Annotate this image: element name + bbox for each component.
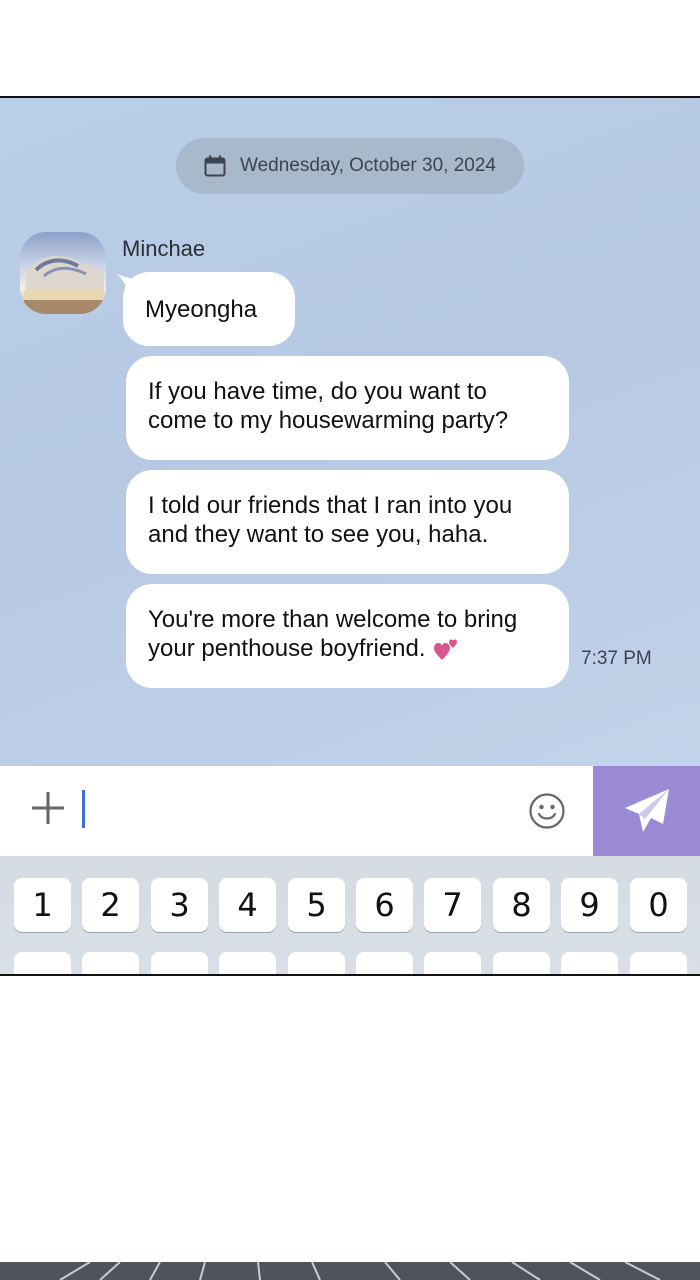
key-8[interactable]: 8 [493,878,550,932]
message-text: and they want to see you, haha. [148,521,489,548]
message-bubble[interactable]: Myeongha [123,272,295,346]
sender-name: Minchae [122,236,206,261]
chat-area[interactable]: Wednesday, October 30, 2024 Minchae Myeo… [0,98,700,766]
avatar[interactable] [20,232,106,314]
paper-plane-icon [624,789,669,832]
keyboard-key[interactable] [14,952,71,974]
keyboard-key[interactable] [630,952,687,974]
keyboard-key[interactable] [82,952,139,974]
message-text: Myeongha [145,295,258,323]
keyboard-key[interactable] [424,952,481,974]
key-6[interactable]: 6 [356,878,413,932]
message-text: come to my housewarming party? [148,407,509,434]
keyboard: 1 2 3 4 5 6 7 8 9 0 [0,856,700,974]
message-text: I told our friends that I ran into you [148,492,513,519]
keyboard-key[interactable] [356,952,413,974]
message-bubble[interactable]: I told our friends that I ran into you a… [126,470,569,574]
message-input-bar [0,766,700,856]
hearts-icon [434,639,458,660]
message-timestamp: 7:37 PM [581,648,652,669]
key-5[interactable]: 5 [288,878,345,932]
send-button[interactable] [593,766,700,856]
key-2[interactable]: 2 [82,878,139,932]
key-1[interactable]: 1 [14,878,71,932]
message-bubble[interactable]: You're more than welcome to bring your p… [126,584,569,688]
plus-icon[interactable] [26,786,70,830]
text-cursor[interactable] [82,790,85,828]
message-text: If you have time, do you want to [148,378,487,405]
message-bubble[interactable]: If you have time, do you want to come to… [126,356,569,460]
keyboard-key[interactable] [151,952,208,974]
key-9[interactable]: 9 [561,878,618,932]
message-text: your penthouse boyfriend. [148,635,426,662]
date-label: Wednesday, October 30, 2024 [240,155,496,176]
key-3[interactable]: 3 [151,878,208,932]
smiley-icon[interactable] [528,792,566,830]
keyboard-key[interactable] [561,952,618,974]
chat-screen: Wednesday, October 30, 2024 Minchae Myeo… [0,96,700,976]
key-0[interactable]: 0 [630,878,687,932]
keyboard-key[interactable] [493,952,550,974]
key-7[interactable]: 7 [424,878,481,932]
date-separator: Wednesday, October 30, 2024 [176,138,524,194]
keyboard-key[interactable] [288,952,345,974]
keyboard-key[interactable] [219,952,276,974]
next-panel-edge [0,1262,700,1280]
calendar-icon [204,155,226,177]
message-text: You're more than welcome to bring [148,606,518,633]
key-4[interactable]: 4 [219,878,276,932]
